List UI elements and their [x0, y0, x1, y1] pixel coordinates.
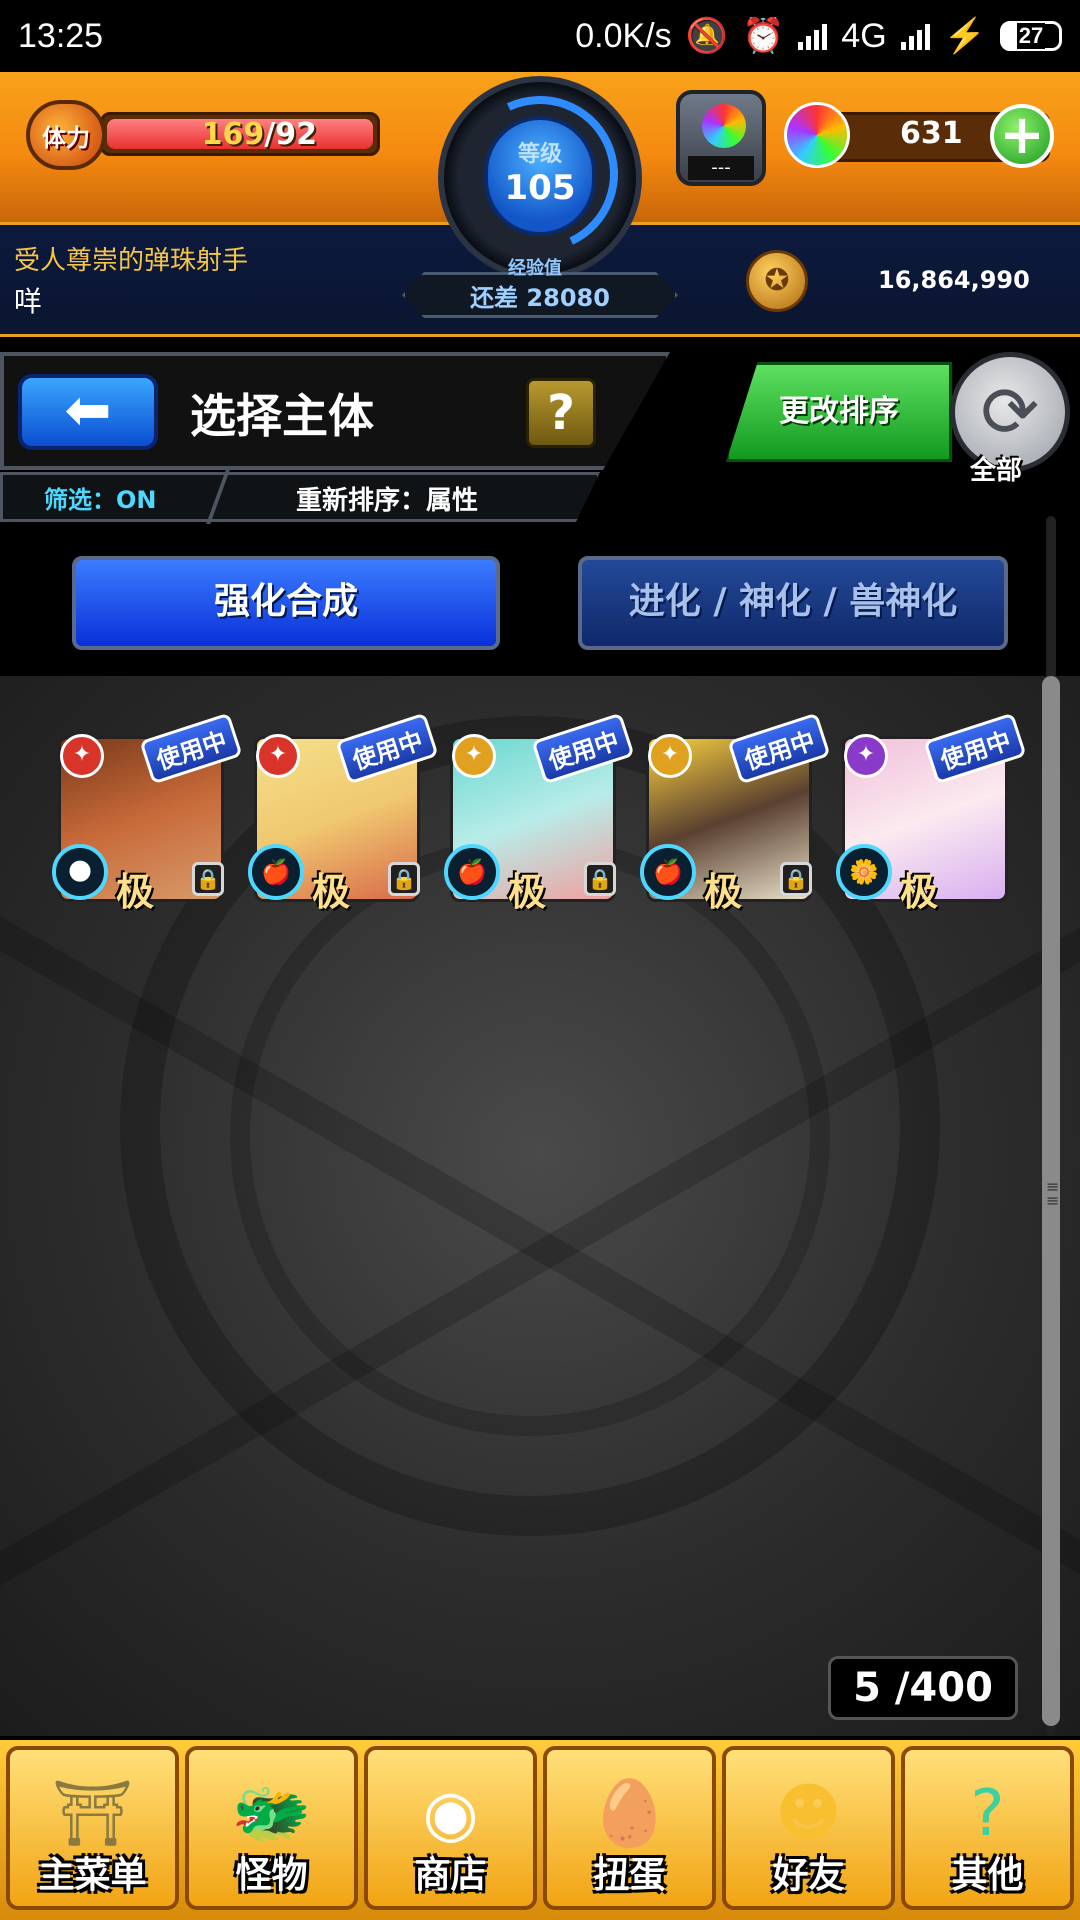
- level-label: 等级: [517, 142, 562, 167]
- nav-item-other[interactable]: ? 其他: [901, 1746, 1074, 1910]
- lock-icon: 🔒: [388, 862, 420, 896]
- monster-card[interactable]: ✦ 使用中 🌼 极: [836, 712, 1027, 914]
- element-icon: ✦: [60, 734, 104, 778]
- mute-icon: 🔕: [685, 17, 728, 55]
- orb-icon: [784, 102, 850, 168]
- element-icon: ✦: [648, 734, 692, 778]
- enhance-fusion-tab[interactable]: 强化合成: [72, 556, 500, 650]
- battery-level: 27: [1016, 23, 1046, 49]
- back-arrow-icon: ⬅: [64, 378, 112, 443]
- nav-item-friends[interactable]: ☻ 好友: [722, 1746, 895, 1910]
- battery-icon: 27: [1000, 21, 1062, 51]
- charging-icon: ⚡: [943, 17, 986, 55]
- lock-icon: 🔒: [780, 862, 812, 896]
- nav-item-monster[interactable]: 🐲 怪物: [185, 1746, 358, 1910]
- rank-label: 极: [900, 870, 939, 914]
- page-title: 选择主体: [190, 389, 374, 443]
- nav-label: 好友: [772, 1855, 845, 1896]
- buy-orbs-button[interactable]: +: [990, 104, 1054, 168]
- stamina-current: 169: [201, 117, 265, 152]
- orb-count: 631: [900, 116, 963, 151]
- filter-toggle[interactable]: 筛选：ON: [44, 480, 157, 515]
- nav-label: 主菜单: [38, 1855, 147, 1896]
- refresh-icon: ⟳: [980, 371, 1040, 453]
- net-speed: 0.0K/s: [575, 16, 672, 55]
- monster-card[interactable]: ✦ 使用中 🍎 极 🔒: [444, 712, 635, 914]
- nav-label: 其他: [951, 1855, 1024, 1896]
- level-value: 105: [504, 168, 576, 208]
- exp-label: 经验值: [508, 258, 562, 279]
- level-inner: 等级 105: [484, 116, 596, 236]
- status-time: 13:25: [18, 16, 104, 55]
- rank-label: 极: [704, 870, 743, 914]
- fruit-icon: 🍎: [444, 844, 500, 900]
- sort-order-label[interactable]: 重新排序：属性: [296, 480, 478, 517]
- gem-device-icon[interactable]: ---: [676, 90, 766, 186]
- fruit-icon: 🍎: [640, 844, 696, 900]
- coin-icon: ✪: [746, 250, 808, 312]
- gem-device-screen: ---: [688, 156, 754, 180]
- rank-label: 极: [312, 870, 351, 914]
- player-title: 受人尊崇的弹珠射手: [14, 246, 249, 276]
- fruit-icon: 🌼: [836, 844, 892, 900]
- nav-label: 扭蛋: [593, 1855, 666, 1896]
- stamina-text: 169/92: [202, 117, 317, 152]
- bottom-navigation: ⛩ 主菜单 🐲 怪物 ◉ 商店 🥚 扭蛋 ☻ 好友? 其他: [0, 1740, 1080, 1920]
- lock-icon: 🔒: [192, 862, 224, 896]
- player-name: 咩: [14, 285, 43, 318]
- help-button[interactable]: ?: [526, 378, 596, 448]
- lock-icon: 🔒: [584, 862, 616, 896]
- stamina-icon: 体力: [26, 100, 106, 170]
- nav-item-rainbow-orb[interactable]: ◉ 商店: [364, 1746, 537, 1910]
- signal-icon: [798, 22, 828, 50]
- nav-label: 商店: [414, 1855, 487, 1896]
- coin-count: 16,864,990: [878, 266, 1030, 294]
- gem-device-orb: [702, 104, 746, 148]
- rank-label: 极: [508, 870, 547, 914]
- element-icon: ✦: [256, 734, 300, 778]
- stamina-max: /92: [264, 117, 317, 152]
- box-count: 5 /400: [828, 1656, 1018, 1720]
- back-button[interactable]: ⬅: [18, 374, 158, 450]
- all-label: 全部: [970, 456, 1023, 486]
- status-bar: 13:25 0.0K/s 🔕 ⏰ 4G ⚡ 27: [0, 0, 1080, 72]
- exp-remaining: 还差 28080: [470, 284, 610, 312]
- element-icon: ✦: [844, 734, 888, 778]
- stamina-bar: 169/92: [100, 112, 380, 156]
- nav-item-home-gate[interactable]: ⛩ 主菜单: [6, 1746, 179, 1910]
- rank-label: 极: [116, 870, 155, 914]
- fruit-icon: 🌑: [52, 844, 108, 900]
- element-icon: ✦: [452, 734, 496, 778]
- status-icons: 0.0K/s 🔕 ⏰ 4G ⚡ 27: [575, 16, 1062, 56]
- evolve-tab[interactable]: 进化 / 神化 / 兽神化: [578, 556, 1008, 650]
- monster-card[interactable]: ✦ 使用中 🍎 极 🔒: [640, 712, 831, 914]
- change-sort-button[interactable]: 更改排序: [726, 362, 952, 462]
- fruit-icon: 🍎: [248, 844, 304, 900]
- monster-card[interactable]: ✦ 使用中 🍎 极 🔒: [248, 712, 439, 914]
- level-badge[interactable]: 等级 105: [438, 74, 642, 280]
- alarm-icon: ⏰: [741, 17, 785, 55]
- nav-item-egg[interactable]: 🥚 扭蛋: [543, 1746, 716, 1910]
- network-type: 4G: [841, 16, 887, 55]
- monster-card[interactable]: ✦ 使用中 🌑 极 🔒: [52, 712, 243, 914]
- nav-label: 怪物: [235, 1855, 308, 1896]
- signal-icon-2: [900, 22, 930, 50]
- scrollbar-grip-icon: ≡ ≡: [1046, 1177, 1060, 1210]
